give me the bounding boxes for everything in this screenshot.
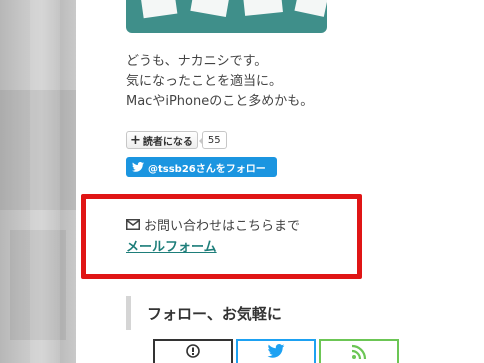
hatena-follow-button[interactable] (153, 339, 233, 363)
twitter-follow-label: @tssb26さんをフォロー (148, 163, 266, 175)
plus-icon: + (130, 132, 141, 148)
hatena-subscribe: + 読者になる 55 (126, 131, 227, 149)
background-photo (0, 0, 76, 363)
rss-icon (351, 344, 367, 360)
mail-form-link[interactable]: メールフォーム (126, 236, 217, 255)
highlight-box (81, 194, 362, 279)
bio-line: 気になったことを適当に。 (126, 74, 283, 89)
follow-buttons (153, 339, 402, 363)
contact-text: お問い合わせはこちらまで (144, 219, 301, 234)
twitter-bird-icon (132, 162, 144, 172)
twitter-follow-button[interactable]: @tssb26さんをフォロー (126, 157, 277, 177)
rss-follow-button[interactable] (319, 339, 399, 363)
bio-line: MacやiPhoneのこと多めかも。 (126, 94, 314, 109)
bio-line: どうも、ナカニシです。 (126, 54, 268, 69)
contact-line: お問い合わせはこちらまで (126, 215, 300, 234)
follow-heading: フォロー、お気軽に (126, 296, 282, 330)
profile-image (126, 0, 327, 33)
subscribe-button[interactable]: + 読者になる (126, 131, 198, 149)
profile-bio: どうも、ナカニシです。 気になったことを適当に。 MacやiPhoneのこと多め… (126, 52, 313, 112)
twitter-follow-icon-button[interactable] (236, 339, 316, 363)
twitter-bird-icon (267, 344, 285, 358)
subscriber-count: 55 (198, 131, 227, 149)
subscribe-label: 読者になる (142, 136, 193, 148)
hatena-icon (186, 344, 200, 358)
envelope-icon (126, 219, 140, 230)
